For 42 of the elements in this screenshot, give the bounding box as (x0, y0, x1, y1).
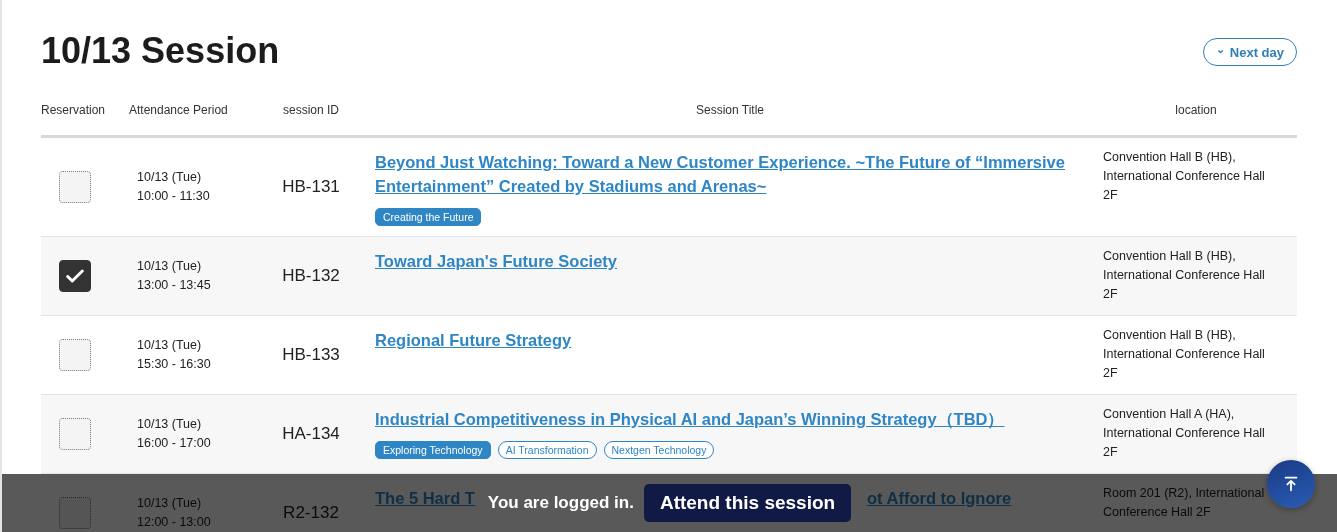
session-id: HB-132 (281, 266, 341, 286)
session-title-link[interactable]: ot Afford to Ignore (866, 486, 1012, 510)
attendance-period: 10/13 (Tue) 13:00 - 13:45 (136, 258, 211, 294)
checkbox[interactable] (59, 418, 91, 450)
column-header: Session Title (694, 103, 765, 119)
session-title-link[interactable]: Beyond Just Watching: Toward a New Customer Experience. ~The Future of “Immersive Entertainment” Created by Stadiums and Arenas~ (375, 150, 1095, 198)
session-title-link[interactable]: Toward Japan's Future Society (375, 249, 617, 273)
session-title-link[interactable]: The 5 Hard T (375, 486, 475, 510)
column-header: session ID (282, 103, 340, 119)
tag[interactable]: Nextgen Technology (603, 441, 715, 459)
attendance-period: 10/13 (Tue) 16:00 - 17:00 (136, 416, 211, 452)
session-id: HA-134 (281, 424, 341, 444)
tag[interactable]: Creating the Future (375, 208, 482, 226)
checkbox[interactable] (59, 171, 91, 203)
checkbox[interactable] (59, 497, 91, 529)
page-title: 10/13 Session (41, 30, 280, 72)
chevron-icon: ⌄ (1215, 43, 1225, 55)
attend-session-button[interactable]: Attend this session (643, 484, 852, 522)
login-message: You are logged in. (487, 493, 634, 513)
session-id: HB-133 (281, 345, 341, 365)
column-header: Reservation (41, 103, 107, 119)
session-id: R2-132 (282, 503, 340, 523)
scroll-to-top-button[interactable] (1267, 460, 1315, 508)
location-text: Convention Hall B (HB), International Conference Hall 2F (1103, 149, 1266, 204)
checkbox[interactable] (59, 339, 91, 371)
scroll-top-icon (1282, 475, 1300, 493)
session-id: HB-131 (281, 177, 341, 197)
tag[interactable]: AI Transformation (497, 441, 597, 459)
location-text: Convention Hall B (HB), International Conference Hall 2F (1103, 327, 1266, 382)
session-title-link[interactable]: Regional Future Strategy (375, 328, 572, 352)
attendance-period: 10/13 (Tue) 15:30 - 16:30 (136, 337, 211, 373)
attendance-period: 10/13 (Tue) 10:00 - 11:30 (136, 169, 210, 205)
checkbox[interactable] (59, 260, 91, 292)
column-header: location (1174, 103, 1218, 119)
session-title-link[interactable]: Industrial Competitiveness in Physical AI and Japan’s Winning Strategy（TBD） (375, 407, 1005, 431)
next-day-button[interactable]: ⌄ Next day (1202, 38, 1297, 66)
location-text: Room 201 (R2), International Conference Hall 2F (1103, 485, 1266, 521)
column-header: Attendance Period (129, 103, 229, 119)
location-text: Convention Hall A (HA), International Conference Hall 2F (1103, 406, 1266, 461)
location-text: Convention Hall B (HB), International Conference Hall 2F (1103, 248, 1266, 303)
attendance-period: 10/13 (Tue) 12:00 - 13:00 (136, 495, 211, 531)
tag[interactable]: Exploring Technology (375, 441, 491, 459)
